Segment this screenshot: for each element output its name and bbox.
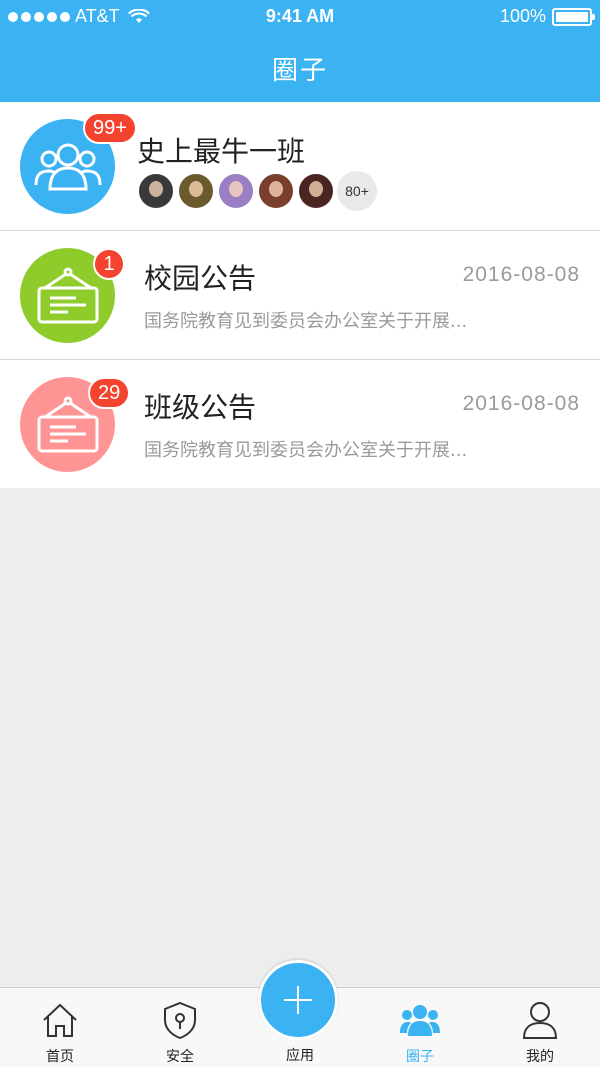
unread-badge: 29: [88, 377, 131, 409]
tab-home[interactable]: 首页: [0, 988, 120, 1067]
notice-title: 班级公告: [144, 391, 257, 424]
shield-lock-icon: [164, 1001, 196, 1040]
battery-icon: [552, 7, 595, 26]
notice-date: 2016-08-08: [462, 263, 580, 286]
notice-board-icon: [37, 267, 98, 323]
group-title: 史上最牛一班: [137, 135, 306, 168]
list-item-school-notice[interactable]: 1 校园公告 2016-08-08 国务院教育见到委员会办公室关于开展...: [0, 231, 600, 360]
nav-header: AT&T 9:41 AM 100% 圈子: [0, 0, 600, 102]
circle-list: 99+ 史上最牛一班 80+ 1 校园公告 2016-08-08 国务院教育见到…: [0, 102, 600, 488]
group-icon: [34, 143, 101, 190]
member-avatar: [177, 172, 215, 210]
notice-date: 2016-08-08: [462, 392, 580, 415]
apps-label: 应用: [286, 1048, 314, 1064]
page-title: 圈子: [271, 56, 328, 86]
notice-board-icon: [37, 396, 98, 452]
plus-icon: [284, 986, 312, 1014]
battery-group: 100%: [499, 6, 595, 27]
unread-badge: 99+: [83, 112, 137, 144]
home-icon: [43, 1003, 77, 1037]
tab-label: 安全: [166, 1049, 194, 1065]
unread-badge: 1: [93, 248, 125, 280]
member-avatars: 80+: [137, 171, 377, 211]
notice-preview: 国务院教育见到委员会办公室关于开展...: [144, 440, 468, 461]
tab-security[interactable]: 安全: [120, 988, 240, 1067]
apps-button[interactable]: [258, 960, 338, 1040]
tab-label: 圈子: [406, 1049, 434, 1065]
member-avatar: [257, 172, 295, 210]
notice-preview: 国务院教育见到委员会办公室关于开展...: [144, 311, 468, 332]
member-avatar: [137, 172, 175, 210]
member-avatar: [217, 172, 255, 210]
tab-label: 我的: [526, 1049, 554, 1065]
person-icon: [522, 1002, 558, 1039]
status-bar: AT&T 9:41 AM 100%: [0, 0, 600, 34]
notice-title: 校园公告: [144, 262, 257, 295]
list-item-group[interactable]: 99+ 史上最牛一班 80+: [0, 102, 600, 231]
battery-percent: 100%: [499, 6, 546, 26]
tab-mine[interactable]: 我的: [480, 988, 600, 1067]
member-avatar: [297, 172, 335, 210]
tab-circle[interactable]: 圈子: [360, 988, 480, 1067]
tab-label: 首页: [46, 1049, 74, 1065]
group-icon: [400, 1005, 440, 1036]
list-item-class-notice[interactable]: 29 班级公告 2016-08-08 国务院教育见到委员会办公室关于开展...: [0, 360, 600, 488]
member-count: 80+: [337, 171, 377, 211]
